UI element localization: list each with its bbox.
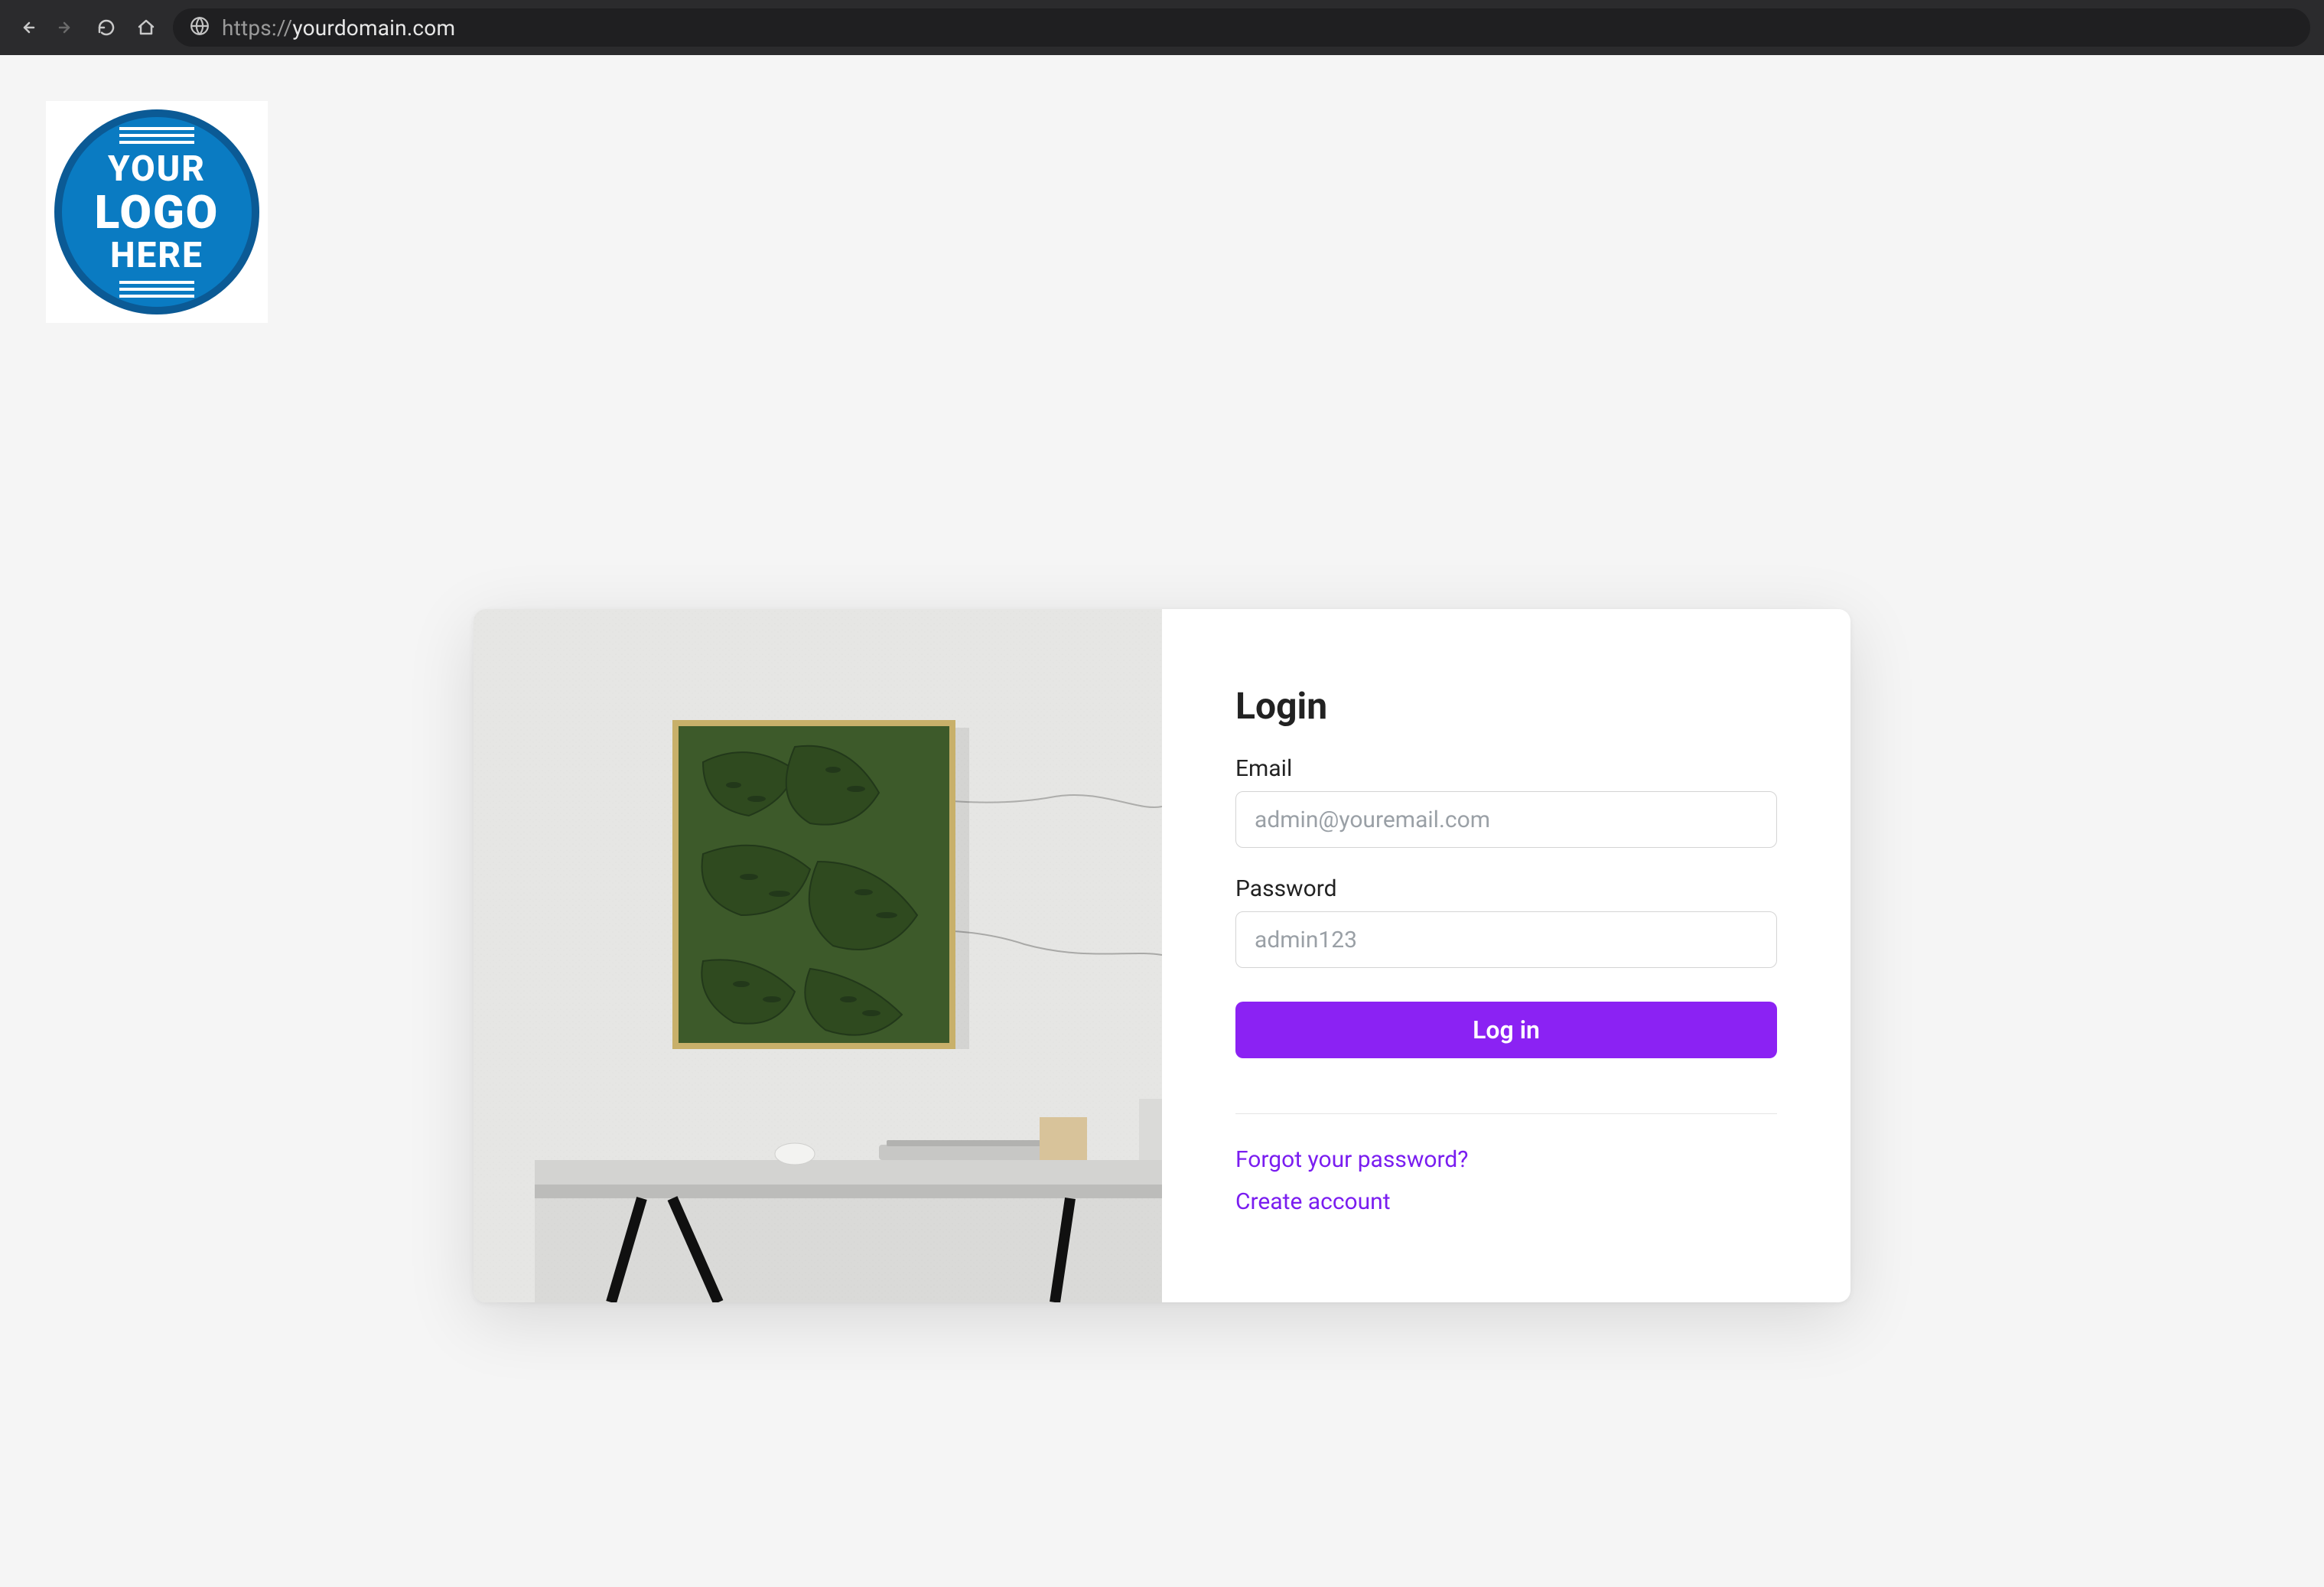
logo-text-line3: HERE xyxy=(110,235,203,276)
url-bar[interactable]: https://yourdomain.com xyxy=(173,8,2310,47)
login-title: Login xyxy=(1235,684,1777,728)
login-button[interactable]: Log in xyxy=(1235,1002,1777,1058)
login-form: Login Email Password Log in Forgot your … xyxy=(1162,609,1850,1302)
forward-icon[interactable] xyxy=(54,15,80,41)
email-label: Email xyxy=(1235,755,1777,782)
browser-toolbar: https://yourdomain.com xyxy=(0,0,2324,55)
forgot-password-link[interactable]: Forgot your password? xyxy=(1235,1146,1777,1173)
password-field-block: Password xyxy=(1235,875,1777,968)
login-illustration xyxy=(474,609,1162,1302)
create-account-link[interactable]: Create account xyxy=(1235,1188,1777,1215)
logo-text-line2: LOGO xyxy=(95,185,219,240)
globe-icon xyxy=(190,16,210,39)
page-body: YOUR LOGO HERE xyxy=(0,55,2324,1587)
logo-badge: YOUR LOGO HERE xyxy=(54,109,259,314)
email-field-block: Email xyxy=(1235,755,1777,848)
email-input[interactable] xyxy=(1235,791,1777,848)
password-label: Password xyxy=(1235,875,1777,902)
password-input[interactable] xyxy=(1235,911,1777,968)
brand-logo: YOUR LOGO HERE xyxy=(46,101,268,323)
reload-icon[interactable] xyxy=(93,15,119,41)
logo-text-line1: YOUR xyxy=(108,148,206,190)
url-text: https://yourdomain.com xyxy=(222,15,455,41)
back-icon[interactable] xyxy=(14,15,40,41)
home-icon[interactable] xyxy=(133,15,159,41)
login-card: Login Email Password Log in Forgot your … xyxy=(474,609,1850,1302)
divider xyxy=(1235,1113,1777,1114)
